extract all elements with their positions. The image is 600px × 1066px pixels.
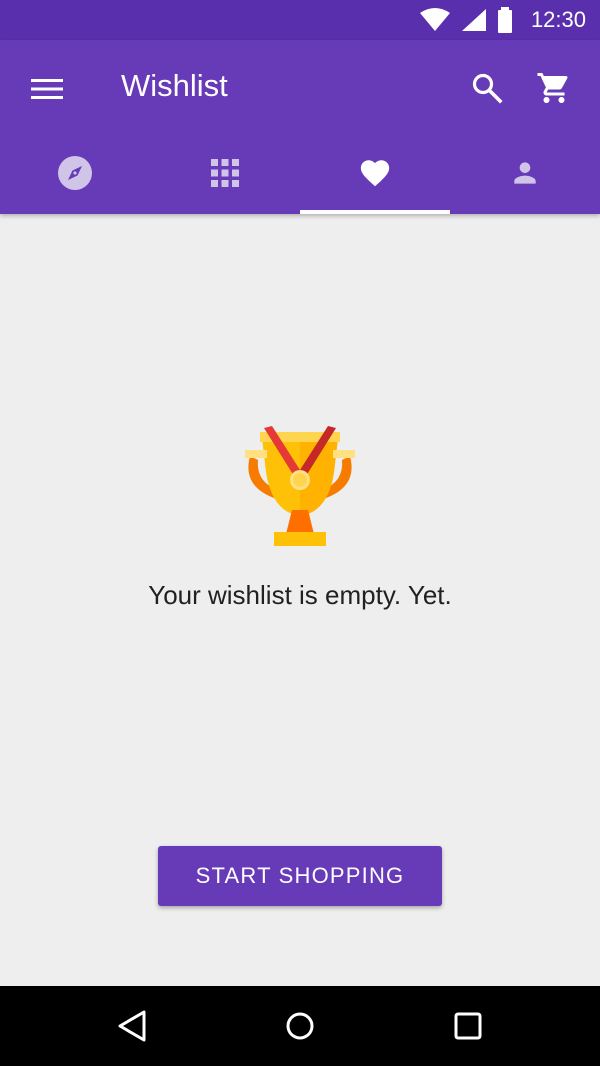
back-icon [118,1010,146,1042]
status-time: 12:30 [530,7,586,32]
menu-button[interactable] [24,66,70,112]
tab-wishlist[interactable] [300,132,450,214]
cart-icon [537,73,568,103]
search-icon [472,73,503,104]
grid-icon [211,159,239,187]
battery-icon [497,7,512,33]
home-button[interactable] [278,1004,322,1048]
start-shopping-button[interactable]: START SHOPPING [158,846,442,906]
tab-explore[interactable] [0,132,150,214]
trophy-icon [245,426,355,546]
tab-categories[interactable] [150,132,300,214]
page-title: Wishlist [121,68,228,103]
cart-button[interactable] [532,66,576,110]
wishlist-content: Your wishlist is empty. Yet. START SHOPP… [0,214,600,986]
home-icon [286,1012,314,1040]
heart-icon [360,160,390,187]
signal-icon [461,9,486,31]
search-button[interactable] [466,67,508,109]
tab-profile[interactable] [450,132,600,214]
person-icon [514,162,536,184]
toolbar: Wishlist [0,40,600,132]
back-button[interactable] [110,1004,154,1048]
app-bar: Wishlist [0,40,600,214]
recents-button[interactable] [446,1004,490,1048]
wifi-icon [419,8,450,31]
compass-icon [58,156,92,190]
system-nav-bar [0,986,600,1066]
status-bar: 12:30 [0,0,600,40]
empty-message: Your wishlist is empty. Yet. [148,580,452,610]
status-icons: 12:30 [419,0,586,40]
menu-icon [31,79,63,99]
tab-bar [0,132,600,214]
recents-icon [454,1012,482,1040]
